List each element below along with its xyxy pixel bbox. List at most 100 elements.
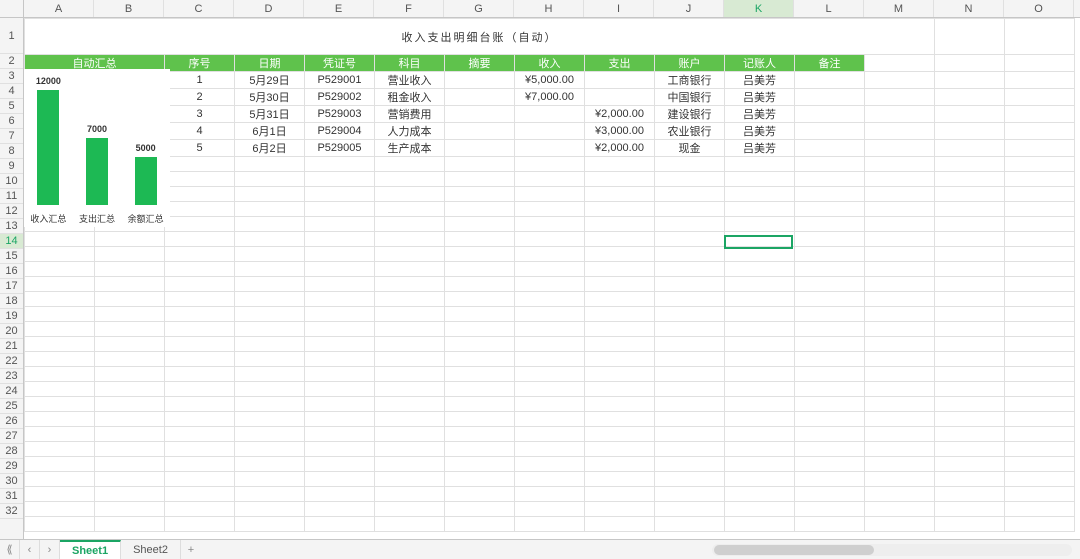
row-header-1[interactable]: 1 (0, 18, 23, 54)
data-digest-2[interactable] (445, 106, 515, 123)
data-date-4[interactable]: 6月2日 (235, 140, 305, 157)
col-header-D[interactable]: D (234, 0, 304, 17)
data-account-1[interactable]: 中国银行 (655, 89, 725, 106)
data-voucher-1[interactable]: P529002 (305, 89, 375, 106)
data-remark-4[interactable] (795, 140, 865, 157)
data-num-4[interactable]: 5 (165, 140, 235, 157)
tab-nav-first[interactable]: ⟪ (0, 540, 20, 559)
row-header-22[interactable]: 22 (0, 354, 23, 369)
col-header-2[interactable]: 凭证号 (305, 55, 375, 72)
data-subject-4[interactable]: 生产成本 (375, 140, 445, 157)
row-header-12[interactable]: 12 (0, 204, 23, 219)
col-header-J[interactable]: J (654, 0, 724, 17)
data-account-4[interactable]: 现金 (655, 140, 725, 157)
data-income-2[interactable] (515, 106, 585, 123)
tab-nav-next[interactable]: › (40, 540, 60, 559)
col-header-7[interactable]: 账户 (655, 55, 725, 72)
page-title[interactable]: 收入支出明细台账（自动） (25, 19, 935, 55)
row-header-20[interactable]: 20 (0, 324, 23, 339)
col-header-5[interactable]: 收入 (515, 55, 585, 72)
col-header-O[interactable]: O (1004, 0, 1074, 17)
row-header-29[interactable]: 29 (0, 459, 23, 474)
row-header-19[interactable]: 19 (0, 309, 23, 324)
data-subject-0[interactable]: 营业收入 (375, 72, 445, 89)
col-header-0[interactable]: 序号 (165, 55, 235, 72)
data-person-4[interactable]: 吕美芳 (725, 140, 795, 157)
summary-bar-chart[interactable]: 1200070005000 收入汇总支出汇总余额汇总 (24, 69, 170, 227)
col-header-I[interactable]: I (584, 0, 654, 17)
row-header-10[interactable]: 10 (0, 174, 23, 189)
col-header-3[interactable]: 科目 (375, 55, 445, 72)
data-expense-2[interactable]: ¥2,000.00 (585, 106, 655, 123)
data-date-2[interactable]: 5月31日 (235, 106, 305, 123)
row-header-28[interactable]: 28 (0, 444, 23, 459)
col-header-8[interactable]: 记账人 (725, 55, 795, 72)
row-header-25[interactable]: 25 (0, 399, 23, 414)
data-account-3[interactable]: 农业银行 (655, 123, 725, 140)
data-expense-3[interactable]: ¥3,000.00 (585, 123, 655, 140)
row-header-16[interactable]: 16 (0, 264, 23, 279)
data-subject-2[interactable]: 营销费用 (375, 106, 445, 123)
row-header-4[interactable]: 4 (0, 84, 23, 99)
col-header-9[interactable]: 备注 (795, 55, 865, 72)
data-subject-3[interactable]: 人力成本 (375, 123, 445, 140)
data-account-0[interactable]: 工商银行 (655, 72, 725, 89)
data-person-3[interactable]: 吕美芳 (725, 123, 795, 140)
data-num-1[interactable]: 2 (165, 89, 235, 106)
data-remark-3[interactable] (795, 123, 865, 140)
row-header-6[interactable]: 6 (0, 114, 23, 129)
add-sheet-button[interactable]: + (181, 540, 201, 559)
row-header-32[interactable]: 32 (0, 504, 23, 519)
select-all-corner[interactable] (0, 0, 24, 17)
col-header-F[interactable]: F (374, 0, 444, 17)
row-header-11[interactable]: 11 (0, 189, 23, 204)
data-digest-3[interactable] (445, 123, 515, 140)
row-header-30[interactable]: 30 (0, 474, 23, 489)
row-header-18[interactable]: 18 (0, 294, 23, 309)
col-header-K[interactable]: K (724, 0, 794, 17)
data-num-0[interactable]: 1 (165, 72, 235, 89)
row-header-26[interactable]: 26 (0, 414, 23, 429)
data-expense-1[interactable] (585, 89, 655, 106)
col-header-4[interactable]: 摘要 (445, 55, 515, 72)
row-header-24[interactable]: 24 (0, 384, 23, 399)
sheet-tab-Sheet1[interactable]: Sheet1 (60, 540, 121, 559)
data-digest-0[interactable] (445, 72, 515, 89)
col-header-M[interactable]: M (864, 0, 934, 17)
data-income-3[interactable] (515, 123, 585, 140)
data-digest-1[interactable] (445, 89, 515, 106)
grid-area[interactable]: 收入支出明细台账（自动）自动汇总序号日期凭证号科目摘要收入支出账户记账人备注收入… (24, 18, 1080, 539)
data-date-1[interactable]: 5月30日 (235, 89, 305, 106)
col-header-E[interactable]: E (304, 0, 374, 17)
data-expense-0[interactable] (585, 72, 655, 89)
data-person-2[interactable]: 吕美芳 (725, 106, 795, 123)
row-header-9[interactable]: 9 (0, 159, 23, 174)
col-header-1[interactable]: 日期 (235, 55, 305, 72)
row-header-2[interactable]: 2 (0, 54, 23, 69)
row-header-3[interactable]: 3 (0, 69, 23, 84)
data-date-3[interactable]: 6月1日 (235, 123, 305, 140)
col-header-L[interactable]: L (794, 0, 864, 17)
row-header-23[interactable]: 23 (0, 369, 23, 384)
row-header-17[interactable]: 17 (0, 279, 23, 294)
sheet-tab-Sheet2[interactable]: Sheet2 (121, 540, 181, 559)
data-num-2[interactable]: 3 (165, 106, 235, 123)
row-header-7[interactable]: 7 (0, 129, 23, 144)
data-remark-2[interactable] (795, 106, 865, 123)
tab-nav-prev[interactable]: ‹ (20, 540, 40, 559)
row-header-14[interactable]: 14 (0, 234, 23, 249)
row-header-15[interactable]: 15 (0, 249, 23, 264)
data-income-0[interactable]: ¥5,000.00 (515, 72, 585, 89)
data-voucher-4[interactable]: P529005 (305, 140, 375, 157)
data-income-4[interactable] (515, 140, 585, 157)
data-digest-4[interactable] (445, 140, 515, 157)
row-header-21[interactable]: 21 (0, 339, 23, 354)
row-header-13[interactable]: 13 (0, 219, 23, 234)
data-voucher-3[interactable]: P529004 (305, 123, 375, 140)
data-subject-1[interactable]: 租金收入 (375, 89, 445, 106)
data-voucher-2[interactable]: P529003 (305, 106, 375, 123)
row-header-5[interactable]: 5 (0, 99, 23, 114)
data-person-0[interactable]: 吕美芳 (725, 72, 795, 89)
data-income-1[interactable]: ¥7,000.00 (515, 89, 585, 106)
data-num-3[interactable]: 4 (165, 123, 235, 140)
